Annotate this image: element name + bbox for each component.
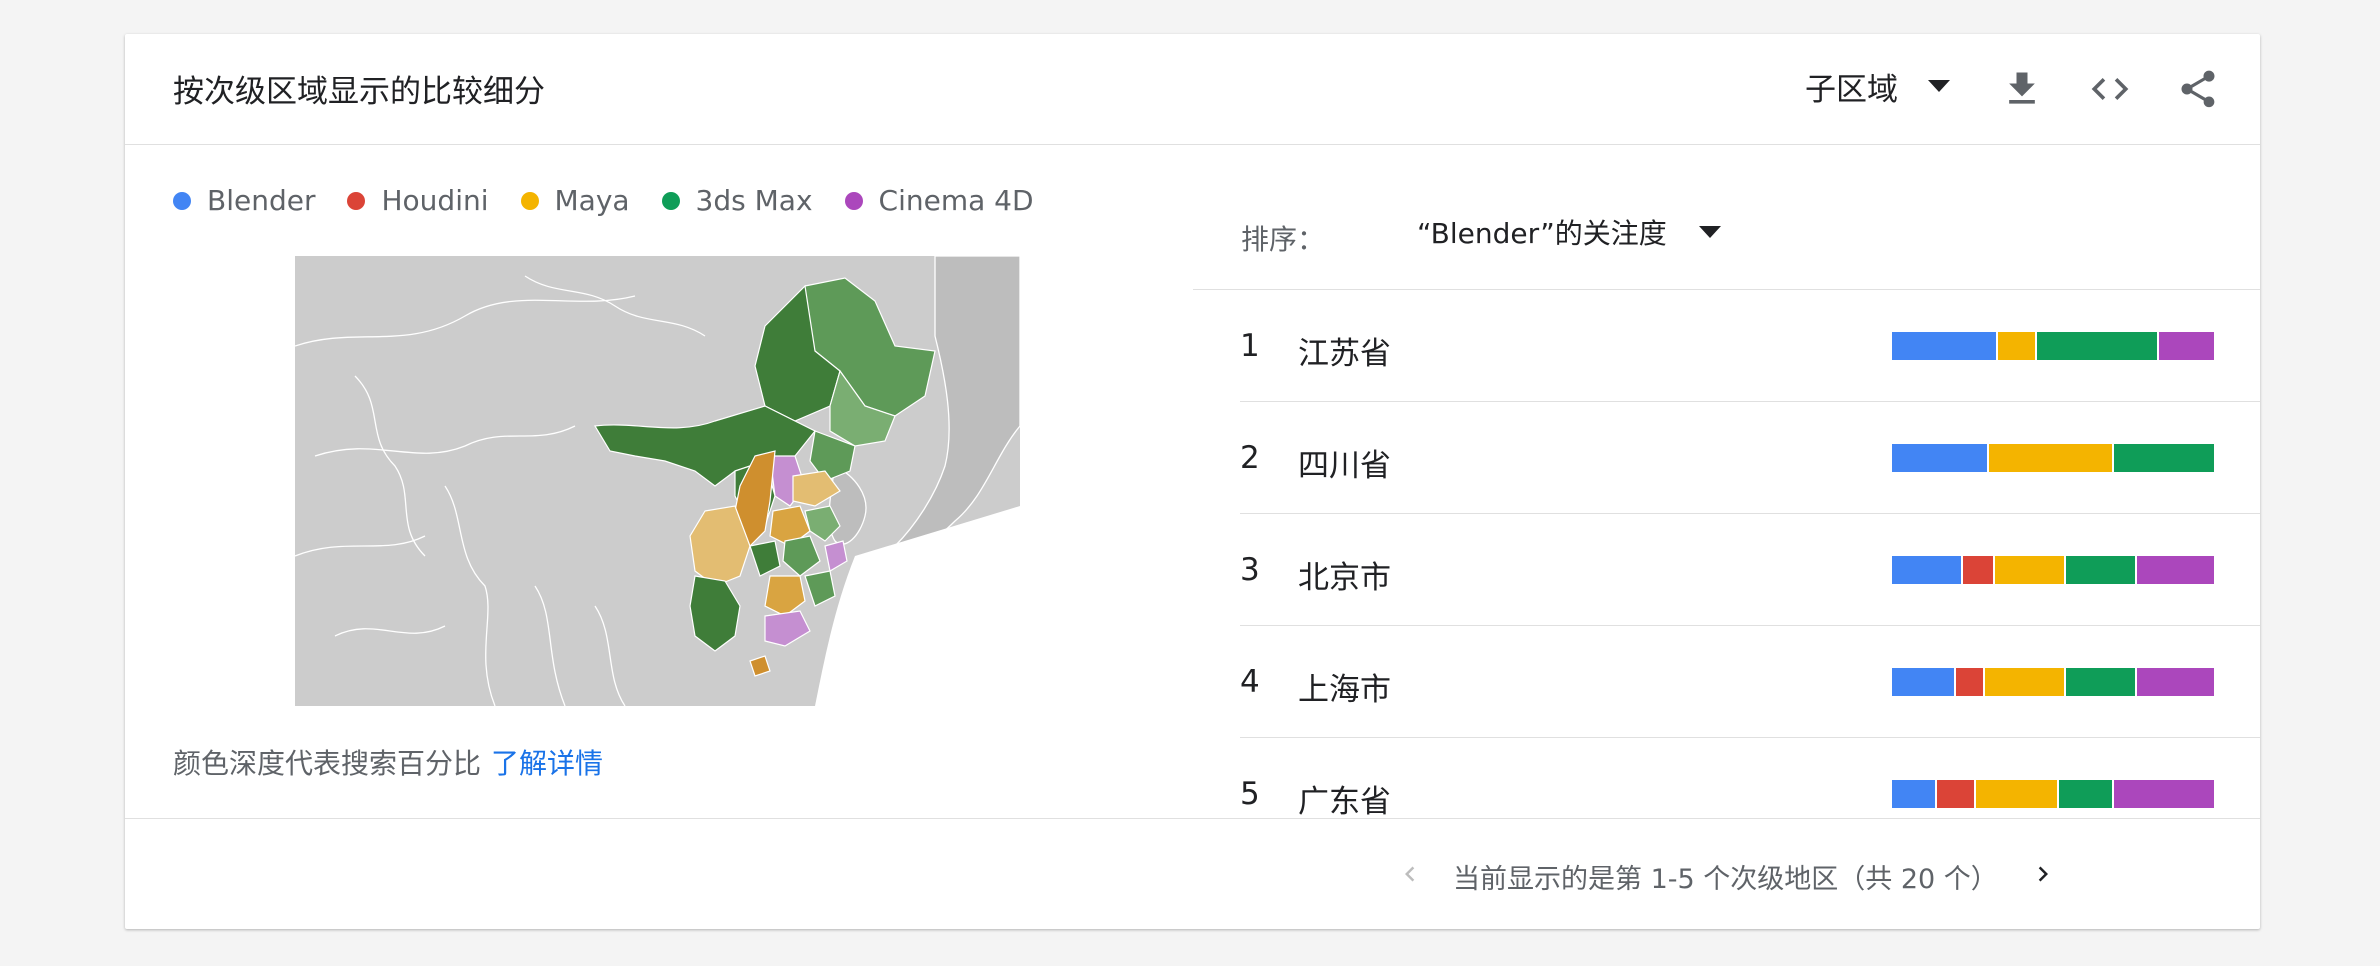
embed-code-icon[interactable] bbox=[2088, 67, 2132, 111]
share-bar bbox=[1892, 780, 2214, 808]
region-level-dropdown[interactable]: 子区域 bbox=[1805, 64, 1950, 108]
learn-more-link[interactable]: 了解详情 bbox=[491, 747, 603, 780]
rank-number: 5 bbox=[1240, 776, 1260, 812]
china-map-svg bbox=[295, 256, 1020, 706]
segment-blender bbox=[1892, 444, 1989, 472]
footnote-text: 颜色深度代表搜索百分比 bbox=[173, 747, 482, 780]
segment-3ds-max bbox=[2036, 332, 2160, 360]
ranking-row[interactable]: 1 江苏省 bbox=[1240, 290, 2260, 402]
sort-value: “Blender”的关注度 bbox=[1417, 217, 1667, 250]
pagination-status: 当前显示的是第 1-5 个次级地区（共 20 个） bbox=[1453, 864, 1998, 895]
legend-dot bbox=[520, 191, 539, 210]
segment-houdini bbox=[1937, 780, 1976, 808]
rank-number: 2 bbox=[1240, 440, 1260, 476]
share-bar bbox=[1892, 668, 2214, 696]
segment-3ds-max bbox=[2059, 780, 2115, 808]
legend-item-houdini: Houdini bbox=[347, 184, 489, 217]
chevron-right-icon[interactable] bbox=[2028, 859, 2058, 893]
card-footer: 当前显示的是第 1-5 个次级地区（共 20 个） bbox=[125, 818, 2260, 930]
region-name: 四川省 bbox=[1298, 448, 1391, 484]
segment-blender bbox=[1892, 780, 1938, 808]
card-header: 按次级区域显示的比较细分 子区域 bbox=[125, 34, 2260, 145]
legend-item-3ds-max: 3ds Max bbox=[661, 184, 813, 217]
legend-label: Maya bbox=[554, 184, 630, 217]
sort-row: 排序： “Blender”的关注度 bbox=[1193, 144, 2260, 290]
segment-cinema-4d bbox=[2114, 780, 2214, 808]
segment-maya bbox=[1988, 444, 2115, 472]
legend-dot bbox=[347, 191, 366, 210]
legend-dot bbox=[661, 191, 680, 210]
region-map[interactable] bbox=[295, 256, 1020, 706]
legend-item-cinema-4d: Cinema 4D bbox=[844, 184, 1034, 217]
segment-blender bbox=[1892, 556, 1963, 584]
region-name: 江苏省 bbox=[1298, 336, 1391, 372]
ranking-row[interactable]: 2 四川省 bbox=[1240, 402, 2260, 514]
segment-houdini bbox=[1956, 668, 1986, 696]
legend-label: Blender bbox=[207, 184, 316, 217]
segment-maya bbox=[1985, 668, 2066, 696]
legend-item-blender: Blender bbox=[173, 184, 315, 217]
region-zhejiang[interactable] bbox=[824, 540, 848, 572]
neighbour-borders bbox=[295, 275, 706, 706]
chevron-down-icon bbox=[1698, 226, 1721, 238]
legend-label: 3ds Max bbox=[695, 184, 813, 217]
comparison-card: 按次级区域显示的比较细分 子区域 Blender Houdini Maya 3d… bbox=[125, 34, 2260, 929]
segment-maya bbox=[1998, 332, 2037, 360]
rank-number: 4 bbox=[1240, 664, 1260, 700]
segment-cinema-4d bbox=[2136, 556, 2214, 584]
sort-dropdown[interactable]: “Blender”的关注度 bbox=[1417, 212, 1721, 252]
chevron-left-icon[interactable] bbox=[1395, 859, 1425, 893]
region-chongqing[interactable] bbox=[749, 540, 781, 577]
segment-3ds-max bbox=[2114, 444, 2214, 472]
card-title: 按次级区域显示的比较细分 bbox=[173, 74, 545, 110]
share-bar bbox=[1892, 556, 2214, 584]
region-name: 广东省 bbox=[1298, 784, 1391, 820]
region-hunan[interactable] bbox=[764, 575, 806, 617]
segment-3ds-max bbox=[2065, 556, 2137, 584]
legend-dot bbox=[173, 191, 191, 210]
download-icon[interactable] bbox=[2000, 67, 2044, 111]
segment-3ds-max bbox=[2065, 668, 2137, 696]
region-fujian[interactable] bbox=[804, 570, 836, 607]
region-hainan[interactable] bbox=[749, 655, 771, 677]
segment-maya bbox=[1975, 780, 2060, 808]
rank-number: 1 bbox=[1240, 328, 1260, 364]
region-name: 北京市 bbox=[1298, 560, 1391, 596]
region-level-value: 子区域 bbox=[1805, 71, 1898, 108]
ranking-row[interactable]: 3 北京市 bbox=[1240, 514, 2260, 626]
region-name: 上海市 bbox=[1298, 672, 1391, 708]
segment-cinema-4d bbox=[2159, 332, 2214, 360]
sort-label: 排序： bbox=[1241, 223, 1326, 256]
map-footnote: 颜色深度代表搜索百分比 了解详情 bbox=[173, 742, 603, 782]
ranking-row[interactable]: 4 上海市 bbox=[1240, 626, 2260, 738]
region-yunnan[interactable] bbox=[689, 575, 741, 652]
region-anhui[interactable] bbox=[782, 535, 821, 577]
series-legend: Blender Houdini Maya 3ds Max Cinema 4D bbox=[173, 184, 1066, 217]
share-bar bbox=[1892, 332, 2214, 360]
segment-blender bbox=[1892, 332, 1999, 360]
rank-number: 3 bbox=[1240, 552, 1260, 588]
segment-blender bbox=[1892, 668, 1957, 696]
chevron-down-icon bbox=[1928, 80, 1950, 92]
region-guangdong[interactable] bbox=[764, 610, 811, 647]
segment-houdini bbox=[1962, 556, 1996, 584]
legend-label: Cinema 4D bbox=[878, 184, 1034, 217]
legend-item-maya: Maya bbox=[520, 184, 630, 217]
segment-cinema-4d bbox=[2136, 668, 2214, 696]
segment-maya bbox=[1995, 556, 2066, 584]
legend-dot bbox=[844, 191, 863, 210]
share-icon[interactable] bbox=[2176, 67, 2220, 111]
legend-label: Houdini bbox=[381, 184, 489, 217]
share-bar bbox=[1892, 444, 2214, 472]
